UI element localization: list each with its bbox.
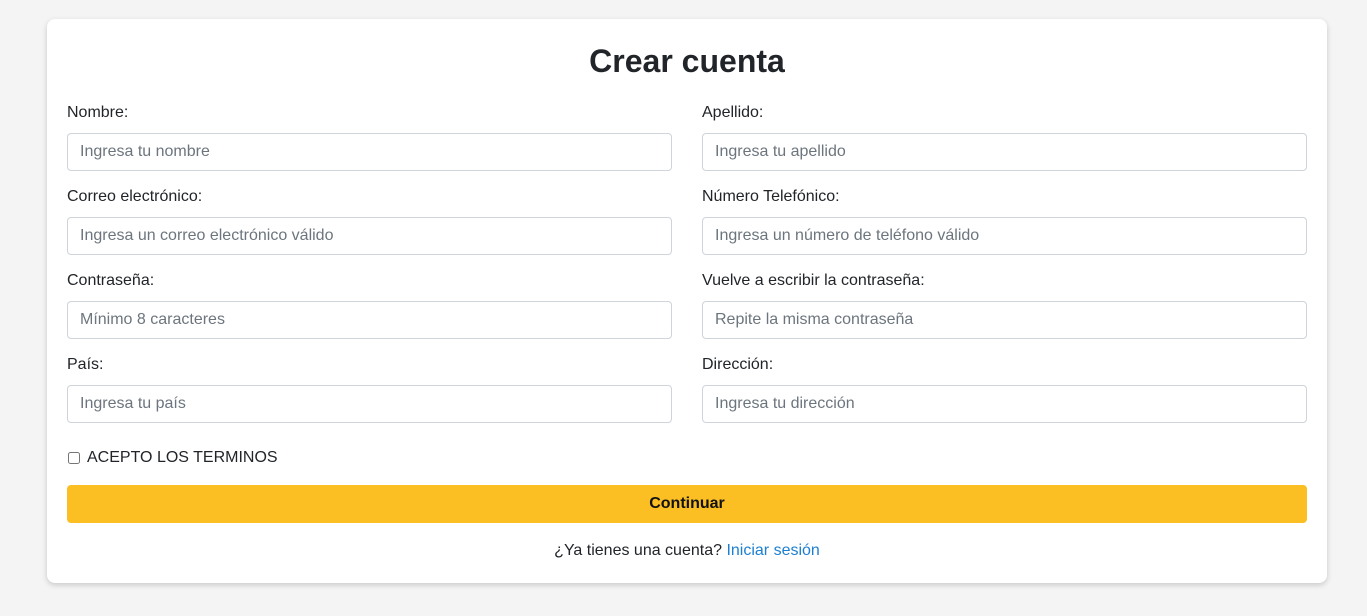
- direccion-label: Dirección:: [702, 356, 774, 373]
- field-direccion: Dirección:: [702, 355, 1307, 423]
- login-prompt: ¿Ya tienes una cuenta? Iniciar sesión: [47, 541, 1327, 561]
- correo-label: Correo electrónico:: [67, 188, 203, 205]
- terms-row[interactable]: ACEPTO LOS TERMINOS: [67, 448, 278, 468]
- password-input[interactable]: [67, 301, 672, 339]
- pais-label: País:: [67, 356, 104, 373]
- contrasena-label: Contraseña:: [67, 272, 155, 289]
- signup-form: Nombre: Apellido: Correo electrónico: Nú…: [67, 103, 1307, 423]
- address-input[interactable]: [702, 385, 1307, 423]
- field-pais: País:: [67, 355, 672, 423]
- login-prompt-text: ¿Ya tienes una cuenta?: [554, 542, 722, 559]
- continue-button[interactable]: Continuar: [67, 485, 1307, 523]
- repetir-contrasena-label: Vuelve a escribir la contraseña:: [702, 272, 925, 289]
- login-link[interactable]: Iniciar sesión: [726, 542, 819, 559]
- telefono-label: Número Telefónico:: [702, 188, 840, 205]
- country-input[interactable]: [67, 385, 672, 423]
- nombre-label: Nombre:: [67, 104, 129, 121]
- confirm-password-input[interactable]: [702, 301, 1307, 339]
- apellido-input[interactable]: [702, 133, 1307, 171]
- apellido-label: Apellido:: [702, 104, 764, 121]
- field-apellido: Apellido:: [702, 103, 1307, 171]
- field-repetir-contrasena: Vuelve a escribir la contraseña:: [702, 271, 1307, 339]
- field-correo: Correo electrónico:: [67, 187, 672, 255]
- terms-checkbox[interactable]: [68, 452, 80, 464]
- nombre-input[interactable]: [67, 133, 672, 171]
- signup-card: Crear cuenta Nombre: Apellido: Correo el…: [47, 19, 1327, 583]
- terms-label: ACEPTO LOS TERMINOS: [87, 449, 278, 466]
- field-telefono: Número Telefónico:: [702, 187, 1307, 255]
- phone-input[interactable]: [702, 217, 1307, 255]
- field-contrasena: Contraseña:: [67, 271, 672, 339]
- email-input[interactable]: [67, 217, 672, 255]
- page-title: Crear cuenta: [589, 43, 785, 79]
- field-nombre: Nombre:: [67, 103, 672, 171]
